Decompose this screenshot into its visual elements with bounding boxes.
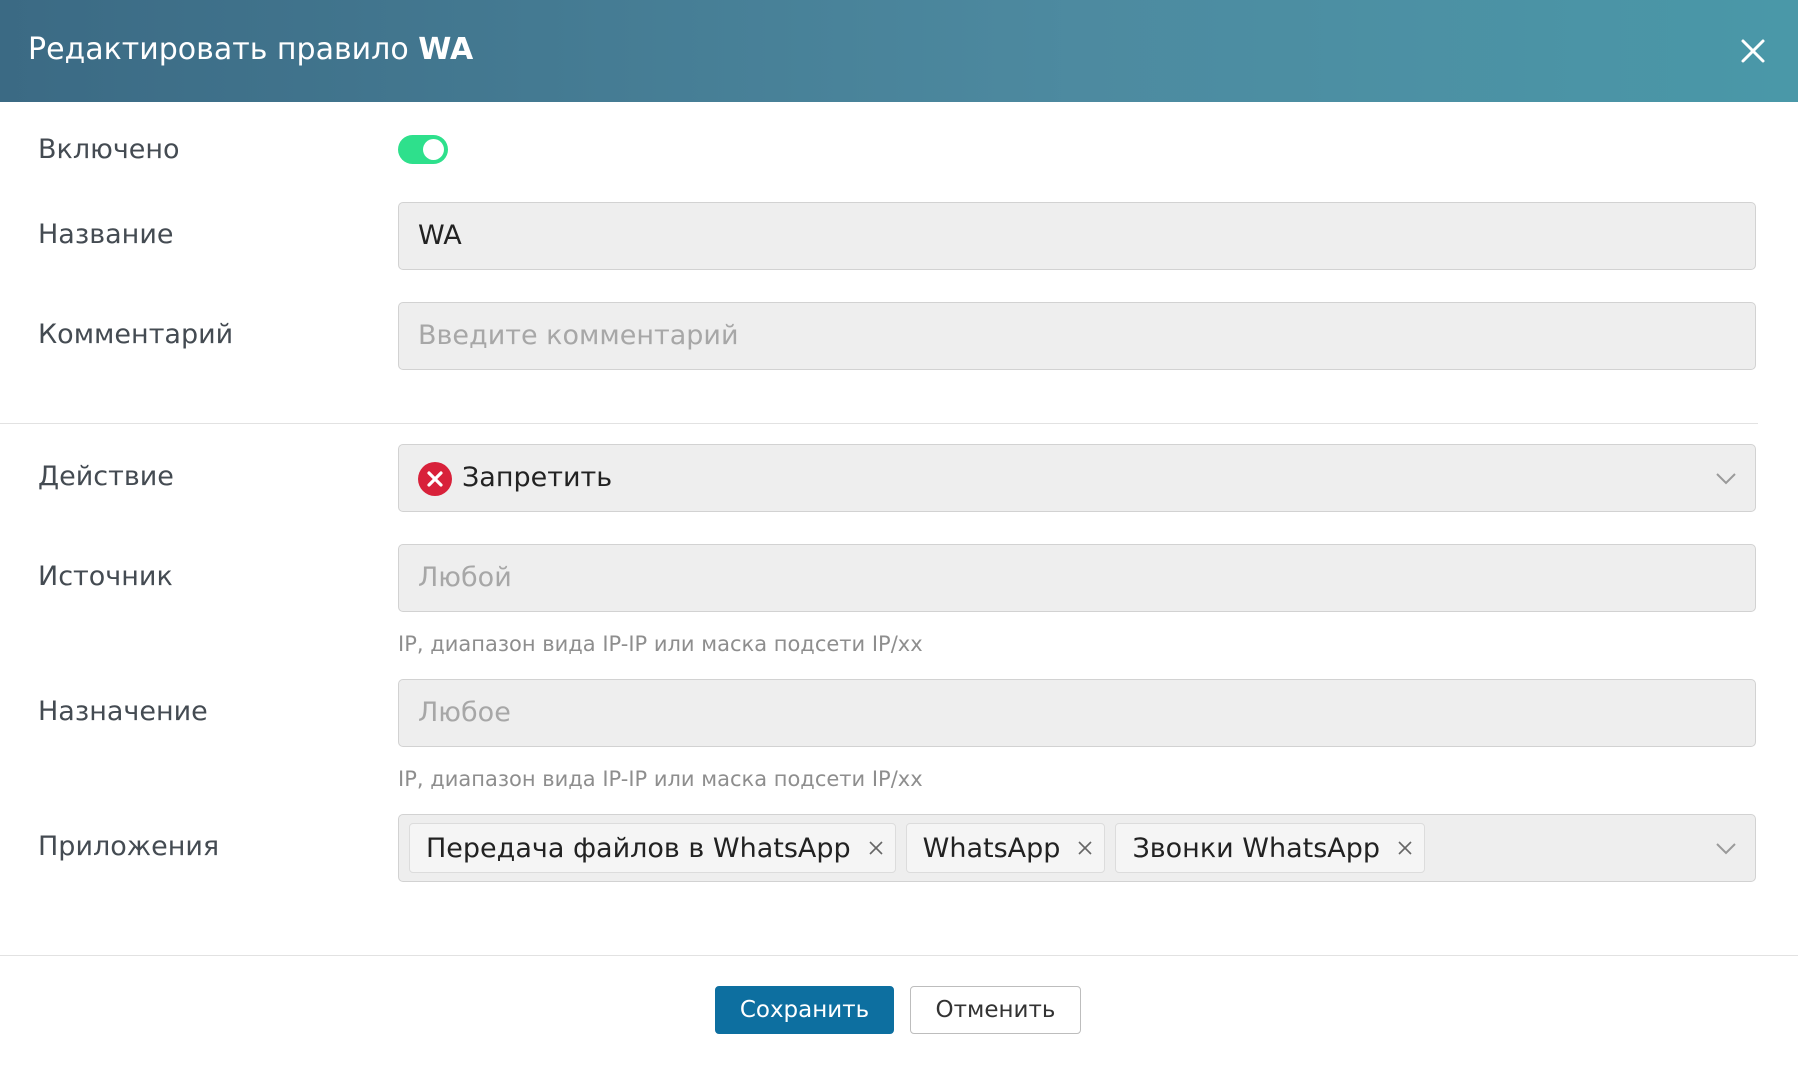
enabled-label: Включено — [38, 134, 180, 165]
enabled-toggle[interactable] — [398, 135, 448, 164]
action-select-value: Запретить — [462, 462, 613, 493]
applications-label: Приложения — [38, 831, 220, 862]
name-input[interactable]: WA — [398, 202, 1756, 270]
dialog-title-prefix: Редактировать правило — [28, 32, 409, 67]
close-icon — [1741, 39, 1765, 63]
name-label: Название — [38, 219, 174, 250]
section-divider — [0, 423, 1758, 424]
footer-divider — [0, 955, 1798, 956]
edit-rule-dialog: Редактировать правило WA Включено Назван… — [0, 0, 1798, 1066]
remove-tag-icon[interactable] — [1076, 839, 1094, 857]
application-tag: Звонки WhatsApp — [1115, 823, 1426, 873]
deny-icon — [418, 462, 452, 496]
comment-input-placeholder: Введите комментарий — [418, 320, 739, 351]
chevron-down-icon — [1716, 473, 1736, 485]
remove-tag-icon[interactable] — [867, 839, 885, 857]
applications-tag-list: Передача файлов в WhatsApp WhatsApp Звон… — [409, 823, 1426, 873]
applications-select[interactable]: Передача файлов в WhatsApp WhatsApp Звон… — [398, 814, 1756, 882]
action-label: Действие — [38, 461, 174, 492]
comment-label: Комментарий — [38, 319, 234, 350]
source-hint: IP, диапазон вида IP-IP или маска подсет… — [398, 632, 923, 656]
source-input-placeholder: Любой — [418, 562, 512, 593]
application-tag: Передача файлов в WhatsApp — [409, 823, 896, 873]
close-button[interactable] — [1728, 26, 1778, 76]
application-tag-label: Передача файлов в WhatsApp — [426, 832, 851, 864]
toggle-knob — [423, 139, 444, 160]
destination-label: Назначение — [38, 696, 208, 727]
action-select[interactable]: Запретить — [398, 444, 1756, 512]
destination-input[interactable]: Любое — [398, 679, 1756, 747]
save-button[interactable]: Сохранить — [715, 986, 894, 1034]
application-tag-label: Звонки WhatsApp — [1132, 832, 1381, 864]
dialog-header: Редактировать правило WA — [0, 0, 1798, 102]
comment-input[interactable]: Введите комментарий — [398, 302, 1756, 370]
source-label: Источник — [38, 561, 173, 592]
destination-hint: IP, диапазон вида IP-IP или маска подсет… — [398, 767, 923, 791]
destination-input-placeholder: Любое — [418, 697, 511, 728]
dialog-title-rule-name: WA — [418, 32, 474, 67]
name-input-value: WA — [418, 220, 462, 251]
cancel-button[interactable]: Отменить — [910, 986, 1081, 1034]
application-tag-label: WhatsApp — [922, 832, 1061, 864]
dialog-title: Редактировать правило WA — [28, 0, 473, 102]
source-input[interactable]: Любой — [398, 544, 1756, 612]
chevron-down-icon[interactable] — [1711, 833, 1741, 863]
application-tag: WhatsApp — [905, 823, 1106, 873]
remove-tag-icon[interactable] — [1396, 839, 1414, 857]
